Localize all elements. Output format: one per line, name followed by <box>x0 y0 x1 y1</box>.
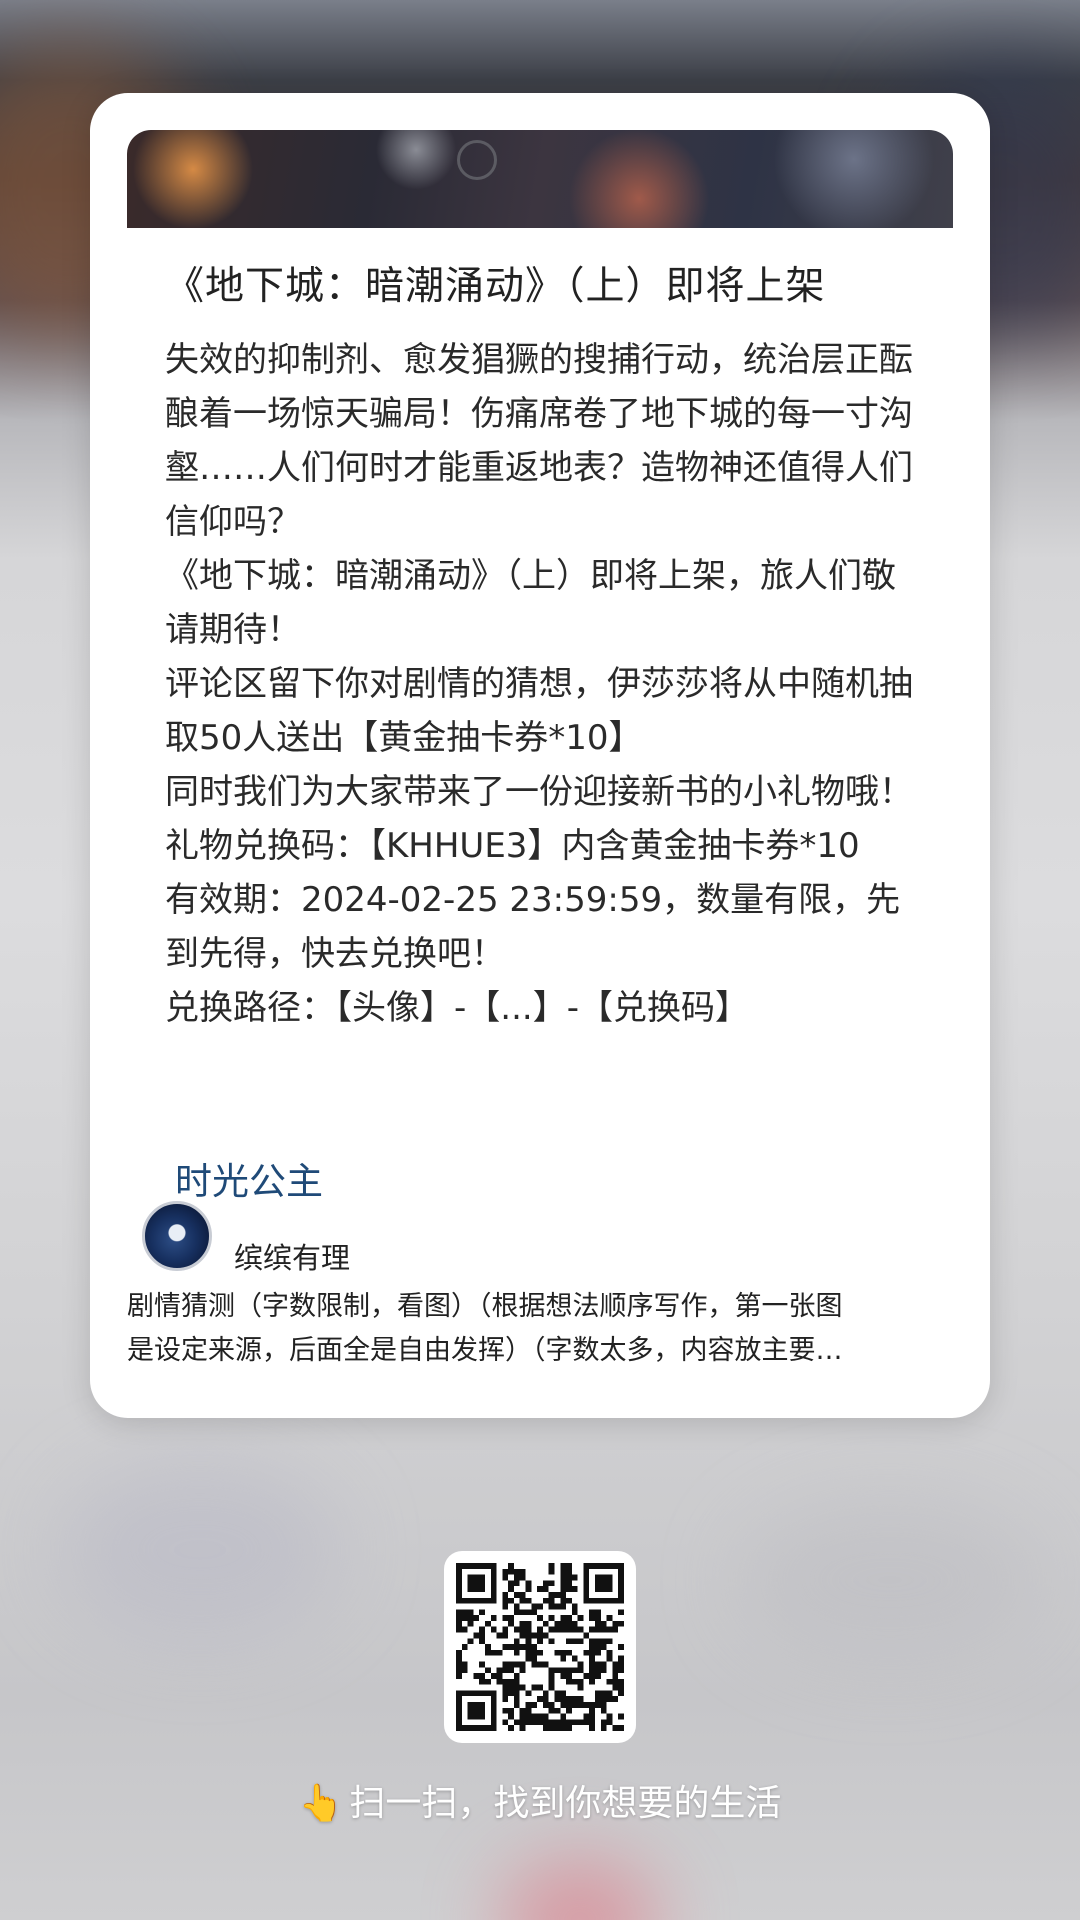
comment-line: 剧情猜测（字数限制，看图）（根据想法顺序写作，第一张图 <box>127 1291 843 1322</box>
post-body: 失效的抑制剂、愈发猖獗的搜捕行动，统治层正酝酿着一场惊天骗局！伤痛席卷了地下城的… <box>165 333 925 1035</box>
share-screen: 《地下城：暗潮涌动》（上）即将上架 失效的抑制剂、愈发猖獗的搜捕行动，统治层正酝… <box>0 0 1080 1920</box>
background-blur <box>740 1500 1040 1660</box>
validity-paragraph: 有效期：2024-02-25 23:59:59，数量有限，先到先得，快去兑换吧！ <box>165 880 901 974</box>
post-paragraph: 《地下城：暗潮涌动》（上）即将上架，旅人们敬请期待！ <box>165 556 896 650</box>
post-paragraph: 评论区留下你对剧情的猜想，伊莎莎将从中随机抽取50人送出【黄金抽卡券*10】 <box>165 664 913 758</box>
cover-image <box>127 130 953 228</box>
post-paragraph: 同时我们为大家带来了一份迎接新书的小礼物哦！ <box>165 772 913 812</box>
comment-line: 是设定来源，后面全是自由发挥）（字数太多，内容放主要… <box>127 1335 843 1366</box>
post-paragraph: 失效的抑制剂、愈发猖獗的搜捕行动，统治层正酝酿着一场惊天骗局！伤痛席卷了地下城的… <box>165 340 913 542</box>
post-title: 《地下城：暗潮涌动》（上）即将上架 <box>165 264 826 309</box>
scan-prompt-text: 扫一扫，找到你想要的生活 <box>349 1783 782 1824</box>
qr-code <box>444 1551 636 1743</box>
scan-prompt: 👆 扫一扫，找到你想要的生活 <box>0 1778 1080 1830</box>
redeem-code-paragraph: 礼物兑换码：【KHHUE3】内含黄金抽卡券*10 <box>165 826 860 866</box>
pointing-hand-icon: 👆 <box>298 1783 344 1824</box>
share-card: 《地下城：暗潮涌动》（上）即将上架 失效的抑制剂、愈发猖獗的搜捕行动，统治层正酝… <box>90 93 990 1418</box>
qr-code-image <box>456 1563 624 1731</box>
background-blur <box>60 1460 340 1640</box>
author-name[interactable]: 时光公主 <box>175 1158 323 1206</box>
cover-image-detail <box>457 140 497 180</box>
avatar[interactable] <box>142 1201 212 1271</box>
background-blur <box>500 1860 660 1920</box>
commenter-name[interactable]: 缤缤有理 <box>234 1238 350 1278</box>
comment-text: 剧情猜测（字数限制，看图）（根据想法顺序写作，第一张图 是设定来源，后面全是自由… <box>127 1285 953 1373</box>
redeem-path-paragraph: 兑换路径：【头像】-【...】-【兑换码】 <box>165 988 749 1028</box>
